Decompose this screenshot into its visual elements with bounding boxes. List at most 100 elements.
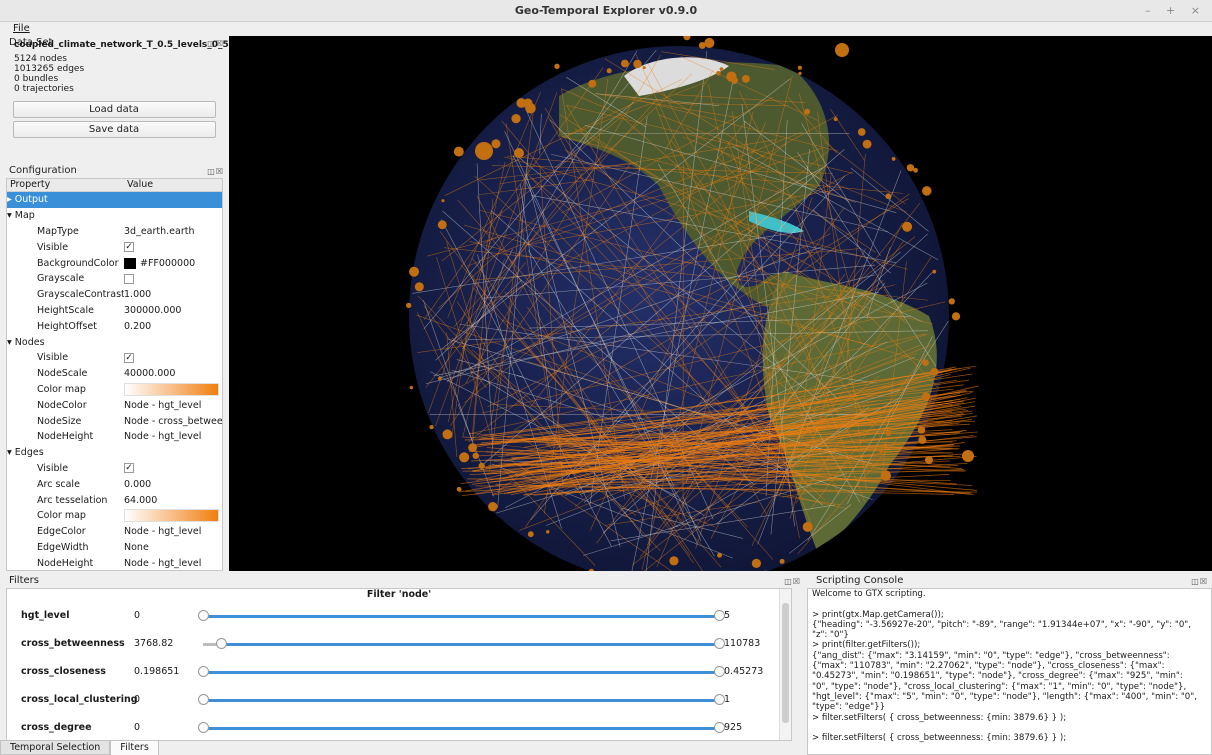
property-row[interactable]: GrayscaleContrast 1.000 — [7, 287, 222, 303]
tab-temporal-selection[interactable]: Temporal Selection — [0, 740, 111, 755]
property-row[interactable]: HeightScale 300000.000 — [7, 303, 222, 319]
console-line: "0", "type": "node"}, "cross_local_clust… — [812, 681, 1187, 692]
property-row[interactable]: ▾ Nodes — [7, 334, 222, 350]
range-slider-min-handle[interactable] — [198, 610, 209, 621]
checkbox[interactable] — [124, 273, 134, 284]
property-row[interactable]: EdgeColor Node - hgt_level — [7, 524, 222, 540]
filter-name: cross_degree — [21, 722, 92, 733]
property-value[interactable]: #FF000000 — [124, 257, 222, 269]
range-slider-max-handle[interactable] — [714, 666, 725, 677]
checkbox[interactable]: ✓ — [124, 463, 134, 474]
property-row[interactable]: Grayscale — [7, 271, 222, 287]
globe-viewport[interactable] — [229, 36, 1212, 571]
console-line: > print(filter.getFilters()); — [812, 640, 921, 651]
console-line: {"heading": "-3.56927e-20", "pitch": "-8… — [812, 619, 1191, 630]
range-slider-min-handle[interactable] — [215, 638, 227, 649]
property-value[interactable]: 64.000 — [124, 495, 222, 506]
console-line: "hgt_level": {"max": "5", "min": "0", "t… — [812, 691, 1197, 702]
color-value: #FF000000 — [140, 257, 196, 269]
property-label: HeightOffset — [37, 320, 97, 332]
filters-scrollbar[interactable] — [779, 589, 791, 740]
property-row[interactable]: ▾ Edges — [7, 445, 222, 461]
dataset-trajectories: 0 trajectories — [14, 84, 74, 94]
property-row[interactable]: NodeHeight Node - hgt_level — [7, 555, 222, 570]
dock-buttons[interactable]: ◫☒ — [784, 575, 801, 589]
console-output[interactable]: Welcome to GTX scripting. > print(gtx.Map… — [807, 588, 1212, 755]
property-row[interactable]: Color map — [7, 382, 222, 398]
property-label: Arc scale — [37, 478, 80, 490]
property-value[interactable]: ✓ — [124, 242, 222, 253]
property-row[interactable]: Arc scale 0.000 — [7, 476, 222, 492]
property-table[interactable]: Property Value ▸ Output ▾ Map MapType 3d_ea… — [6, 178, 223, 571]
property-row[interactable]: NodeColor Node - hgt_level — [7, 397, 222, 413]
range-slider-track[interactable] — [203, 615, 719, 618]
property-value[interactable] — [124, 509, 222, 523]
property-value[interactable] — [124, 382, 222, 396]
dock-buttons[interactable]: ◫☒ — [207, 165, 224, 179]
load-data-button[interactable]: Load data — [12, 101, 216, 118]
range-slider-min-handle[interactable] — [198, 722, 209, 733]
property-label: Edges — [14, 447, 44, 459]
color-swatch[interactable] — [124, 257, 136, 269]
range-slider-min-handle[interactable] — [198, 694, 209, 705]
property-value[interactable] — [124, 273, 222, 284]
checkbox[interactable]: ✓ — [124, 352, 134, 363]
save-data-button[interactable]: Save data — [12, 121, 216, 138]
property-row[interactable]: HeightOffset 0.200 — [7, 318, 222, 334]
property-row[interactable]: ▸ Output — [7, 192, 222, 208]
property-row[interactable]: Visible ✓ — [7, 461, 222, 477]
color-map-gradient[interactable] — [124, 382, 219, 396]
property-row[interactable]: NodeScale 40000.000 — [7, 366, 222, 382]
dataset-edges: 1013265 edges — [14, 64, 85, 74]
property-value[interactable]: 300000.000 — [124, 305, 222, 316]
property-row[interactable]: Color map — [7, 508, 222, 524]
property-row[interactable]: MapType 3d_earth.earth — [7, 224, 222, 240]
property-value[interactable]: ✓ — [124, 463, 222, 474]
property-row[interactable]: Visible ✓ — [7, 350, 222, 366]
property-value[interactable]: Node - hgt_level — [124, 431, 222, 442]
property-label: Grayscale — [37, 273, 85, 285]
checkbox[interactable]: ✓ — [124, 242, 134, 253]
property-row[interactable]: EdgeWidth None — [7, 540, 222, 556]
property-value[interactable]: ✓ — [124, 352, 222, 363]
filter-row: cross_degree 0 925 — [7, 718, 787, 738]
property-value[interactable]: None — [124, 542, 222, 553]
dock-buttons[interactable]: ◫☒ — [1191, 575, 1208, 589]
menu-file[interactable]: File — [13, 23, 30, 34]
property-label: Color map — [37, 383, 86, 395]
property-value[interactable]: 0.000 — [124, 479, 222, 490]
tab-filters[interactable]: Filters — [110, 740, 159, 755]
property-value[interactable]: Node - hgt_level — [124, 400, 222, 411]
range-slider-track[interactable] — [203, 699, 719, 702]
color-map-gradient[interactable] — [124, 509, 219, 523]
filter-row: cross_local_clustering 0 1 — [7, 690, 787, 710]
property-row[interactable]: BackgroundColor #FF000000 — [7, 255, 222, 271]
window-controls[interactable]: – + × — [1145, 0, 1206, 22]
header-property[interactable]: Property — [7, 179, 124, 191]
property-row[interactable]: Arc tesselation 64.000 — [7, 492, 222, 508]
console-line: {"ang_dist": {"max": "3.14159", "min": "… — [812, 650, 1170, 661]
property-value[interactable]: 1.000 — [124, 289, 222, 300]
property-value[interactable]: Node - hgt_level — [124, 526, 222, 537]
property-row[interactable]: Visible ✓ — [7, 239, 222, 255]
range-slider-max-handle[interactable] — [714, 638, 725, 649]
header-value[interactable]: Value — [124, 179, 222, 191]
property-value[interactable]: Node - cross_betweenness — [124, 416, 222, 427]
range-slider-min-handle[interactable] — [198, 666, 209, 677]
range-slider-max-handle[interactable] — [714, 722, 725, 733]
property-value[interactable]: 3d_earth.earth — [124, 226, 222, 237]
property-value[interactable]: Node - hgt_level — [124, 558, 222, 569]
range-slider-track[interactable] — [203, 671, 719, 674]
range-slider-max-handle[interactable] — [714, 694, 725, 705]
globe-canvas[interactable] — [229, 36, 1212, 571]
range-slider-track[interactable] — [203, 643, 719, 646]
property-row[interactable]: ▾ Map — [7, 208, 222, 224]
property-row[interactable]: NodeHeight Node - hgt_level — [7, 429, 222, 445]
property-value[interactable]: 40000.000 — [124, 368, 222, 379]
filter-max-value: 0.45273 — [724, 666, 764, 677]
range-slider-track[interactable] — [203, 727, 719, 730]
property-value[interactable]: 0.200 — [124, 321, 222, 332]
property-row[interactable]: NodeSize Node - cross_betweenness — [7, 413, 222, 429]
range-slider-max-handle[interactable] — [714, 610, 725, 621]
